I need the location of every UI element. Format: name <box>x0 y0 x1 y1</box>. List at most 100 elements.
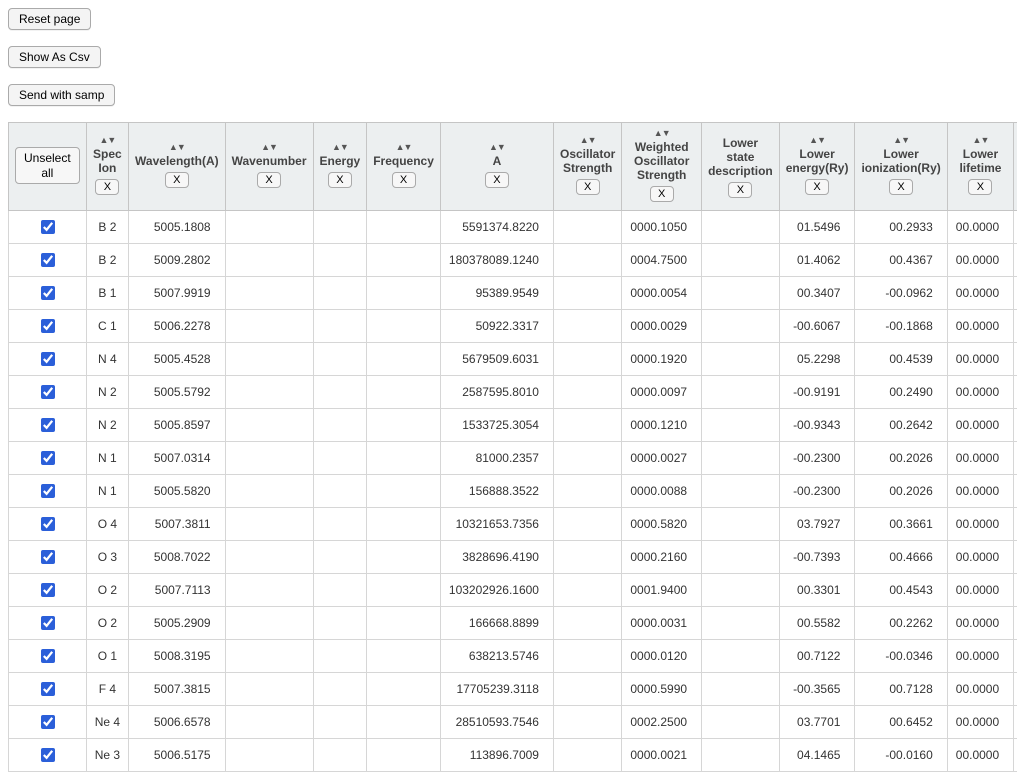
remove-column-button[interactable]: X <box>485 172 509 188</box>
cell-freq <box>367 277 441 310</box>
cell-freq <box>367 508 441 541</box>
sort-icon[interactable]: ▲▼ <box>861 136 940 145</box>
cell-wl: 5009.2802 <box>129 244 226 277</box>
cell-le: 03.7701 <box>779 706 855 739</box>
row-checkbox[interactable] <box>41 352 55 366</box>
remove-column-button[interactable]: X <box>805 179 829 195</box>
remove-column-button[interactable]: X <box>328 172 352 188</box>
col-specion[interactable]: ▲▼Spec IonX <box>86 123 128 211</box>
table-row: N 15005.5820156888.35220000.0088-00.2300… <box>9 475 1018 508</box>
cell-lsw: 03.0000 <box>1014 673 1017 706</box>
cell-freq <box>367 739 441 772</box>
remove-column-button[interactable]: X <box>576 179 600 195</box>
remove-column-button[interactable]: X <box>165 172 189 188</box>
row-checkbox[interactable] <box>41 220 55 234</box>
row-checkbox[interactable] <box>41 715 55 729</box>
cell-freq <box>367 706 441 739</box>
cell-specion: Ne 3 <box>86 739 128 772</box>
col-wl[interactable]: ▲▼Wavelength(A)X <box>129 123 226 211</box>
cell-specion: O 2 <box>86 607 128 640</box>
table-row: Ne 45006.657828510593.75460002.250003.77… <box>9 706 1018 739</box>
remove-column-button[interactable]: X <box>95 179 119 195</box>
row-checkbox[interactable] <box>41 319 55 333</box>
table-row: N 15007.031481000.23570000.0027-00.23000… <box>9 442 1018 475</box>
row-checkbox[interactable] <box>41 748 55 762</box>
col-wosc[interactable]: ▲▼Weighted Oscillator StrengthX <box>622 123 702 211</box>
col-le[interactable]: ▲▼Lower energy(Ry)X <box>779 123 855 211</box>
col-wn[interactable]: ▲▼WavenumberX <box>225 123 313 211</box>
row-checkbox[interactable] <box>41 286 55 300</box>
row-checkbox[interactable] <box>41 517 55 531</box>
send-with-samp-button[interactable]: Send with samp <box>8 84 115 106</box>
cell-lsw: 06.0000 <box>1014 574 1017 607</box>
cell-osc <box>553 211 621 244</box>
row-checkbox[interactable] <box>41 451 55 465</box>
cell-A: 81000.2357 <box>440 442 553 475</box>
table-row: C 15006.227850922.33170000.0029-00.6067-… <box>9 310 1018 343</box>
sort-icon[interactable]: ▲▼ <box>447 143 547 152</box>
sort-icon[interactable]: ▲▼ <box>560 136 615 145</box>
cell-llife: 00.0000 <box>947 277 1013 310</box>
remove-column-button[interactable]: X <box>968 179 992 195</box>
sort-icon[interactable]: ▲▼ <box>320 143 361 152</box>
show-as-csv-button[interactable]: Show As Csv <box>8 46 101 68</box>
cell-specion: N 1 <box>86 442 128 475</box>
cell-le: -00.7393 <box>779 541 855 574</box>
cell-A: 3828696.4190 <box>440 541 553 574</box>
cell-llife: 00.0000 <box>947 508 1013 541</box>
unselect-all-button[interactable]: Unselectall <box>15 147 80 184</box>
cell-llife: 00.0000 <box>947 673 1013 706</box>
reset-page-button[interactable]: Reset page <box>8 8 91 30</box>
col-llife[interactable]: ▲▼Lower lifetimeX <box>947 123 1013 211</box>
sort-icon[interactable]: ▲▼ <box>135 143 219 152</box>
cell-wosc: 0001.9400 <box>622 574 702 607</box>
sort-icon[interactable]: ▲▼ <box>232 143 307 152</box>
row-checkbox[interactable] <box>41 385 55 399</box>
remove-column-button[interactable]: X <box>650 186 674 202</box>
col-lion[interactable]: ▲▼ Lower ionization(Ry) X <box>855 123 947 211</box>
row-checkbox[interactable] <box>41 418 55 432</box>
row-checkbox[interactable] <box>41 616 55 630</box>
results-table: Unselectall▲▼Spec IonX▲▼Wavelength(A)X▲▼… <box>8 122 1017 772</box>
cell-wn <box>225 475 313 508</box>
cell-lsd <box>702 706 780 739</box>
remove-column-button[interactable]: X <box>257 172 281 188</box>
remove-column-button[interactable]: X <box>889 179 913 195</box>
cell-freq <box>367 211 441 244</box>
sort-icon[interactable]: ▲▼ <box>628 129 695 138</box>
table-scroller[interactable]: Unselectall▲▼Spec IonX▲▼Wavelength(A)X▲▼… <box>8 122 1017 772</box>
cell-specion: B 1 <box>86 277 128 310</box>
row-checkbox[interactable] <box>41 649 55 663</box>
cell-energy <box>313 442 367 475</box>
row-checkbox[interactable] <box>41 253 55 267</box>
cell-le: 04.1465 <box>779 739 855 772</box>
row-checkbox[interactable] <box>41 682 55 696</box>
cell-lion: 00.2642 <box>855 409 947 442</box>
sort-icon[interactable]: ▲▼ <box>373 143 434 152</box>
cell-wosc: 0000.0021 <box>622 739 702 772</box>
row-checkbox[interactable] <box>41 484 55 498</box>
col-osc[interactable]: ▲▼Oscillator StrengthX <box>553 123 621 211</box>
cell-A: 103202926.1600 <box>440 574 553 607</box>
col-energy[interactable]: ▲▼EnergyX <box>313 123 367 211</box>
sort-icon[interactable]: ▲▼ <box>786 136 849 145</box>
cell-lsd <box>702 211 780 244</box>
cell-A: 1533725.3054 <box>440 409 553 442</box>
remove-column-button[interactable]: X <box>392 172 416 188</box>
remove-column-button[interactable]: X <box>728 182 752 198</box>
col-A[interactable]: ▲▼AX <box>440 123 553 211</box>
sort-icon[interactable]: ▲▼ <box>954 136 1007 145</box>
cell-wn <box>225 244 313 277</box>
cell-A: 17705239.3118 <box>440 673 553 706</box>
cell-energy <box>313 739 367 772</box>
sort-icon[interactable]: ▲▼ <box>93 136 122 145</box>
cell-A: 5679509.6031 <box>440 343 553 376</box>
col-lsw[interactable]: ▲▼Lower statistical weightX <box>1014 123 1017 211</box>
row-checkbox[interactable] <box>41 583 55 597</box>
col-freq[interactable]: ▲▼FrequencyX <box>367 123 441 211</box>
cell-lion: -00.1868 <box>855 310 947 343</box>
cell-lsw: 12.0000 <box>1014 277 1017 310</box>
row-checkbox[interactable] <box>41 550 55 564</box>
table-row: B 15007.991995389.95490000.005400.3407-0… <box>9 277 1018 310</box>
col-label: Lower ionization(Ry) <box>861 147 940 175</box>
